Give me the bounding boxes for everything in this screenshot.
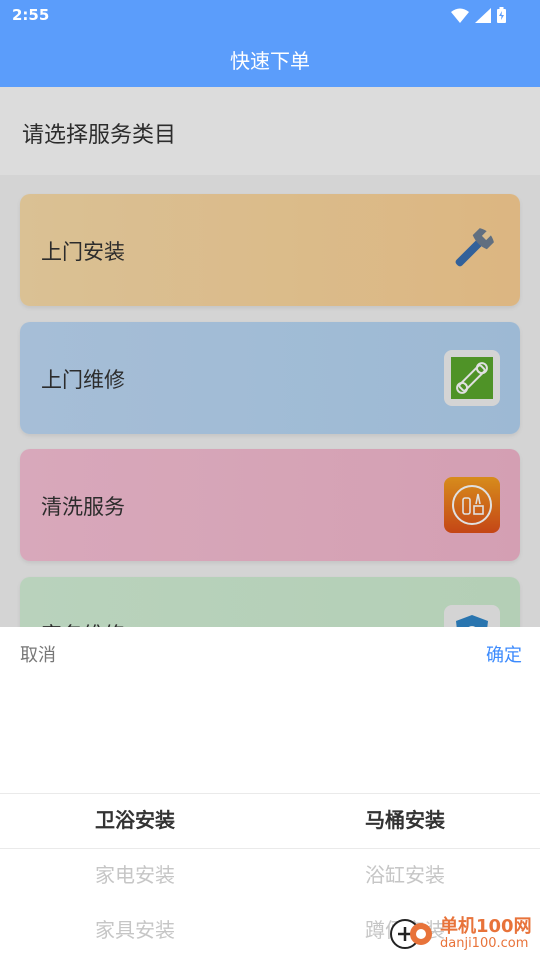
page-title: 快速下单 [230, 49, 310, 73]
picker-sheet: 取消 确定 卫浴安装 家电安装 家具安装 马桶安装 浴缸安装 蹲便安装 单机10… [0, 627, 540, 960]
picker-option[interactable]: 马桶安装 [270, 793, 540, 848]
cancel-button[interactable]: 取消 [20, 641, 56, 667]
app-bar: 快速下单 [0, 30, 540, 87]
picker-option[interactable]: 家具安装 [0, 903, 270, 958]
picker-option[interactable]: 卫浴安装 [0, 793, 270, 848]
status-time: 2:55 [12, 6, 50, 24]
watermark-text: 单机100网 [440, 916, 532, 937]
picker-column-category[interactable]: 卫浴安装 家电安装 家具安装 [0, 793, 270, 958]
status-bar: 2:55 [0, 0, 540, 30]
picker-option[interactable]: 家电安装 [0, 848, 270, 903]
confirm-button[interactable]: 确定 [486, 641, 522, 667]
watermark: 单机100网 danji100.com [390, 910, 538, 958]
battery-icon [497, 7, 506, 23]
wifi-icon [451, 8, 469, 23]
picker-option[interactable]: 浴缸安装 [270, 848, 540, 903]
watermark-url: danji100.com [440, 936, 529, 951]
cellular-signal-icon [475, 7, 491, 23]
status-icons [451, 7, 506, 23]
watermark-logo-icon [390, 919, 432, 949]
modal-backdrop[interactable] [0, 87, 540, 627]
